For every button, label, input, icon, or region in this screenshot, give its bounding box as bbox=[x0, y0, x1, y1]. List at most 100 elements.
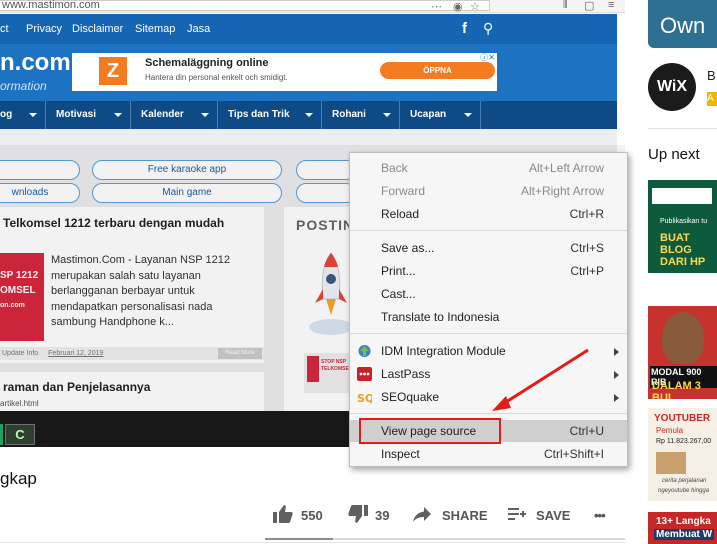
video-title: gkap bbox=[0, 469, 37, 488]
share-button[interactable]: SHARE bbox=[413, 501, 488, 529]
menu-item-inspect[interactable]: Inspect Ctrl+Shift+I bbox=[350, 443, 627, 465]
sidebar-ad-text: Own bbox=[660, 13, 706, 38]
progress-fill bbox=[265, 538, 334, 540]
menu-item-shortcut: Alt+Right Arrow bbox=[520, 184, 604, 198]
menu-item-translate[interactable]: Translate to Indonesia bbox=[350, 306, 627, 328]
menu-item-shortcut: Ctrl+Shift+I bbox=[543, 447, 604, 461]
thumb-text: 13+ Langka bbox=[656, 516, 711, 527]
menu-item-shortcut: Ctrl+U bbox=[569, 424, 604, 438]
submenu-arrow-icon bbox=[614, 371, 619, 379]
menu-item-kalender[interactable]: Kalender bbox=[131, 101, 218, 129]
thumb-text: Rp 11.823.267,00 bbox=[656, 438, 712, 445]
thumb-text: YOUTUBER bbox=[654, 413, 711, 424]
highlight-box bbox=[359, 418, 501, 444]
site-menu-bar: og Motivasi Kalender Tips dan Trik Rohan… bbox=[0, 101, 617, 129]
chevron-down-icon bbox=[305, 113, 313, 117]
more-actions-button[interactable]: ••• bbox=[594, 501, 616, 529]
dislike-button[interactable]: 39 bbox=[348, 501, 398, 529]
chevron-down-icon bbox=[29, 113, 37, 117]
more-icon: ••• bbox=[594, 508, 606, 523]
menu-item-reload[interactable]: Reload Ctrl+R bbox=[350, 203, 627, 225]
nav-item-disclaimer[interactable]: Disclaimer bbox=[72, 23, 123, 35]
playlist-add-icon bbox=[508, 508, 526, 520]
site-logo[interactable]: n.com bbox=[0, 49, 71, 77]
thumb-screen bbox=[652, 188, 712, 204]
video-progress-bar[interactable] bbox=[265, 538, 625, 540]
menu-icon: ≡ bbox=[608, 0, 615, 11]
submenu-arrow-icon bbox=[614, 394, 619, 402]
ad-close-icon[interactable]: ⓘ✕ bbox=[480, 52, 495, 63]
up-next-thumbnail-1[interactable]: Publikasikan tu BUAT BLOG DARI HP bbox=[648, 180, 717, 273]
library-icon: ⫴ bbox=[563, 0, 568, 11]
site-tagline: ormation bbox=[0, 79, 47, 93]
divider bbox=[0, 542, 625, 543]
site-header: n.com ormation Z Schemaläggning online H… bbox=[0, 44, 617, 101]
menu-item-save-as[interactable]: Save as... Ctrl+S bbox=[350, 237, 627, 259]
nav-item-contact[interactable]: ct bbox=[0, 23, 9, 35]
url-field[interactable]: www.mastimon.com ⋯ ◉ ☆ bbox=[0, 0, 490, 13]
up-next-heading: Up next bbox=[648, 146, 700, 163]
up-next-thumbnail-3[interactable]: YOUTUBER Pemula Rp 11.823.267,00 cerita … bbox=[648, 408, 717, 501]
seoquake-icon: SQ bbox=[357, 392, 372, 404]
thumbs-down-icon bbox=[348, 505, 368, 523]
ad-logo: Z bbox=[99, 57, 127, 85]
chevron-down-icon bbox=[383, 113, 391, 117]
menu-item-label: Ucapan bbox=[410, 109, 447, 120]
ad-title: Schemaläggning online bbox=[145, 57, 269, 69]
menu-item-label: Inspect bbox=[381, 447, 420, 461]
menu-item-label: Tips dan Trik bbox=[228, 109, 290, 120]
save-button[interactable]: SAVE bbox=[508, 501, 573, 529]
share-label: SHARE bbox=[442, 508, 488, 523]
chevron-down-icon bbox=[201, 113, 209, 117]
menu-item-rohani[interactable]: Rohani bbox=[322, 101, 400, 129]
thumb-text: DARI HP bbox=[660, 256, 706, 268]
menu-item-label: Rohani bbox=[332, 109, 366, 120]
svg-text:SQ: SQ bbox=[357, 392, 372, 404]
url-text: www.mastimon.com bbox=[2, 0, 100, 11]
save-label: SAVE bbox=[536, 508, 571, 523]
menu-item-ucapan[interactable]: Ucapan bbox=[400, 101, 481, 129]
nav-item-privacy[interactable]: Privacy bbox=[26, 23, 62, 35]
like-button[interactable]: 550 bbox=[273, 501, 333, 529]
channel-name[interactable]: B bbox=[707, 68, 716, 83]
facebook-icon[interactable]: f bbox=[462, 20, 467, 37]
menu-item-seoquake[interactable]: SQ SEOquake bbox=[350, 386, 627, 408]
menu-item-label: Save as... bbox=[381, 241, 435, 255]
idm-icon bbox=[358, 345, 371, 357]
site-top-nav: ct Privacy Disclaimer Sitemap Jasa f ⚲ bbox=[0, 14, 617, 44]
header-ad[interactable]: Z Schemaläggning online Hantera din pers… bbox=[72, 53, 497, 91]
search-icon[interactable]: ⚲ bbox=[483, 20, 493, 37]
menu-item-blog[interactable]: og bbox=[0, 101, 46, 129]
menu-item-back[interactable]: Back Alt+Left Arrow bbox=[350, 157, 627, 179]
menu-item-shortcut: Ctrl+R bbox=[569, 207, 604, 221]
up-next-thumbnail-2[interactable]: MODAL 900 RIB DALAM 3 BUL bbox=[648, 306, 717, 399]
menu-item-motivasi[interactable]: Motivasi bbox=[46, 101, 131, 129]
menu-item-label: Reload bbox=[381, 207, 420, 221]
sidebar-ad[interactable]: Own bbox=[648, 0, 717, 48]
nav-item-jasa[interactable]: Jasa bbox=[187, 23, 210, 35]
menu-item-label: SEOquake bbox=[381, 390, 440, 404]
menu-item-forward[interactable]: Forward Alt+Right Arrow bbox=[350, 180, 627, 202]
menu-item-print[interactable]: Print... Ctrl+P bbox=[350, 260, 627, 282]
thumb-text: cerita perjalanan bbox=[662, 478, 707, 484]
menu-item-cast[interactable]: Cast... bbox=[350, 283, 627, 305]
chevron-down-icon bbox=[464, 113, 472, 117]
pocket-icon: ◉ bbox=[453, 1, 463, 13]
menu-item-label: Translate to Indonesia bbox=[381, 310, 500, 324]
ad-open-button[interactable]: ÖPPNA bbox=[380, 62, 495, 79]
menu-item-label: IDM Integration Module bbox=[381, 344, 506, 358]
lastpass-icon bbox=[357, 367, 372, 381]
up-next-thumbnail-4[interactable]: 13+ Langka Membuat W bbox=[648, 512, 717, 544]
menu-item-label: Kalender bbox=[141, 109, 184, 120]
menu-item-lastpass[interactable]: LastPass bbox=[350, 363, 627, 385]
address-bar: www.mastimon.com ⋯ ◉ ☆ ⫴ ▢ ≡ bbox=[0, 0, 625, 13]
thumb-text: BUAT bbox=[660, 232, 690, 244]
menu-item-label: Back bbox=[381, 161, 408, 175]
menu-item-tips[interactable]: Tips dan Trik bbox=[218, 101, 322, 129]
sidebar-icon: ▢ bbox=[584, 0, 595, 12]
menu-item-idm[interactable]: IDM Integration Module bbox=[350, 340, 627, 362]
submenu-arrow-icon bbox=[614, 348, 619, 356]
nav-item-sitemap[interactable]: Sitemap bbox=[135, 23, 175, 35]
channel-avatar[interactable]: WiX bbox=[648, 63, 696, 111]
thumb-text: BLOG bbox=[660, 244, 692, 256]
